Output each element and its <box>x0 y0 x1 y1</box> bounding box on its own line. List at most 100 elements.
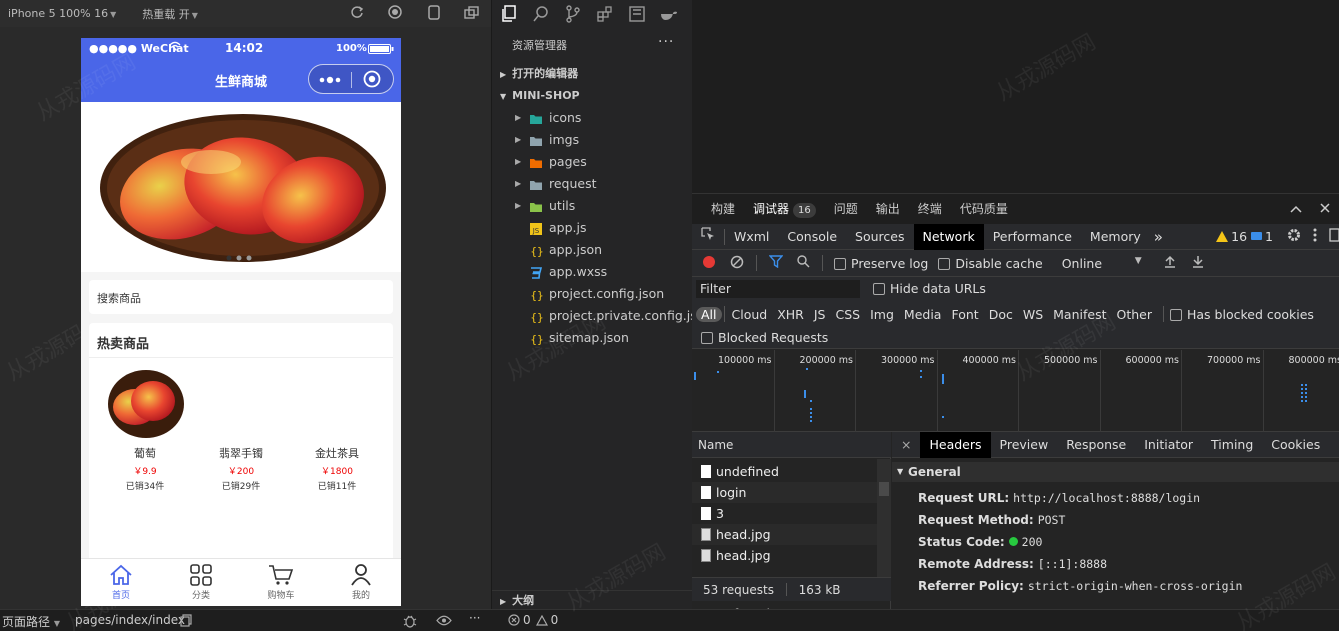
tab-cart[interactable]: 购物车 <box>241 559 321 606</box>
search-network-icon[interactable] <box>797 255 810 271</box>
filter-type-doc[interactable]: Doc <box>984 307 1018 322</box>
upload-icon[interactable] <box>1164 255 1176 271</box>
tab-response[interactable]: Response <box>1057 432 1135 458</box>
filter-type-img[interactable]: Img <box>865 307 899 322</box>
record-icon[interactable] <box>702 255 716 272</box>
filter-type-js[interactable]: JS <box>809 307 831 322</box>
tab-initiator[interactable]: Initiator <box>1135 432 1202 458</box>
phone-icon[interactable] <box>420 4 448 23</box>
stop-icon[interactable] <box>380 5 410 22</box>
tab-headers[interactable]: Headers <box>920 431 991 458</box>
hot-reload-toggle[interactable]: 热重载 开 ▼ <box>134 6 206 22</box>
filter-type-font[interactable]: Font <box>946 307 983 322</box>
filter-type-css[interactable]: CSS <box>831 307 866 322</box>
more-dots-icon[interactable] <box>319 74 343 88</box>
tab-output[interactable]: 输出 <box>867 194 909 224</box>
search-icon[interactable] <box>530 0 552 28</box>
request-row[interactable]: login <box>692 482 877 503</box>
chevron-up-icon[interactable] <box>1281 194 1311 224</box>
explorer-more-button[interactable]: ··· <box>658 34 674 50</box>
extensions-icon[interactable] <box>594 0 616 28</box>
tree-item-css[interactable]: app.wxss <box>492 261 693 283</box>
preserve-log-checkbox[interactable]: Preserve log <box>834 256 928 271</box>
settings-gear-icon[interactable] <box>1287 228 1301 245</box>
kebab-menu-icon[interactable] <box>1313 228 1317 245</box>
tree-item-folder[interactable]: ▶ imgs <box>492 129 693 151</box>
tab-cookies[interactable]: Cookies <box>1262 432 1329 458</box>
warning-count[interactable]: 16 1 <box>1216 229 1273 244</box>
close-panel-icon[interactable] <box>1311 194 1339 224</box>
tab-code-quality[interactable]: 代码质量 <box>951 194 1017 224</box>
has-blocked-cookies-checkbox[interactable]: Has blocked cookies <box>1170 307 1314 322</box>
filter-type-manifest[interactable]: Manifest <box>1048 307 1111 322</box>
tab-performance[interactable]: Performance <box>984 224 1081 250</box>
image-icon[interactable] <box>626 0 648 28</box>
tab-build[interactable]: 构建 <box>702 194 744 224</box>
problems-summary[interactable]: 0 0 <box>508 613 558 627</box>
request-row[interactable]: head.jpg <box>692 524 877 545</box>
throttle-select[interactable]: Online ▼ <box>1062 256 1142 271</box>
tab-timing[interactable]: Timing <box>1202 432 1262 458</box>
request-row[interactable]: head.jpg <box>692 545 877 566</box>
tree-item-folder[interactable]: ▶ icons <box>492 107 693 129</box>
filter-type-all[interactable]: All <box>696 306 722 322</box>
inspect-element-icon[interactable] <box>692 224 724 250</box>
blocked-requests-checkbox[interactable]: Blocked Requests <box>692 327 1339 349</box>
tree-item-folder[interactable]: ▶ request <box>492 173 693 195</box>
request-row[interactable]: 3 <box>692 503 877 524</box>
dock-icon[interactable] <box>1329 228 1339 245</box>
tree-item-json[interactable]: {} sitemap.json <box>492 327 693 349</box>
copy-icon[interactable] <box>180 614 192 630</box>
filter-type-ws[interactable]: WS <box>1018 307 1048 322</box>
banner-swiper[interactable] <box>81 102 401 272</box>
scrollbar-thumb[interactable] <box>879 482 889 496</box>
tab-mine[interactable]: 我的 <box>321 559 401 606</box>
product-card[interactable]: 翡翠手镯 ￥200 已销29件 <box>193 445 289 492</box>
general-section-header[interactable]: ▼ General <box>892 462 1339 482</box>
tab-debugger[interactable]: 调试器 16 <box>744 194 825 224</box>
network-timeline[interactable]: 100000 ms 200000 ms 300000 ms 400000 ms 5000… <box>692 350 1339 432</box>
search-input[interactable]: 搜索商品 <box>89 280 393 314</box>
tab-wxml[interactable]: Wxml <box>725 224 778 250</box>
tab-category[interactable]: 分类 <box>161 559 241 606</box>
close-details-button[interactable]: × <box>892 432 920 458</box>
project-section[interactable]: ▼ MINI-SHOP <box>492 85 693 107</box>
window-icon[interactable] <box>456 5 487 22</box>
tab-sources[interactable]: Sources <box>846 224 913 250</box>
tab-preview[interactable]: Preview <box>991 432 1058 458</box>
device-selector[interactable]: iPhone 5 100% 16 ▼ <box>0 7 124 20</box>
more-options-button[interactable]: ··· <box>469 611 480 625</box>
tree-item-json[interactable]: {} project.config.json <box>492 283 693 305</box>
tab-problems[interactable]: 问题 <box>825 194 867 224</box>
hide-data-urls-checkbox[interactable]: Hide data URLs <box>873 281 986 296</box>
request-row-partial[interactable] <box>692 454 877 459</box>
tree-item-json[interactable]: {} project.private.config.js... <box>492 305 693 327</box>
more-tabs-button[interactable]: » <box>1150 224 1167 250</box>
product-card[interactable]: 金灶茶具 ￥1800 已销11件 <box>289 445 385 492</box>
tab-memory[interactable]: Memory <box>1081 224 1150 250</box>
source-control-icon[interactable] <box>562 0 584 28</box>
download-icon[interactable] <box>1192 255 1204 271</box>
tab-console[interactable]: Console <box>778 224 846 250</box>
tab-home[interactable]: 首页 <box>81 559 161 606</box>
disable-cache-checkbox[interactable]: Disable cache <box>938 256 1043 271</box>
files-icon[interactable] <box>498 0 520 28</box>
filter-type-cloud[interactable]: Cloud <box>727 307 773 322</box>
bug-icon[interactable] <box>403 614 417 631</box>
filter-type-other[interactable]: Other <box>1112 307 1158 322</box>
tab-terminal[interactable]: 终端 <box>909 194 951 224</box>
tree-item-folder[interactable]: ▶ utils <box>492 195 693 217</box>
capsule-button[interactable] <box>308 64 394 94</box>
close-capsule-icon[interactable] <box>363 70 381 91</box>
filter-funnel-icon[interactable] <box>768 255 784 271</box>
product-card[interactable]: 葡萄 ￥9.9 已销34件 <box>97 445 193 492</box>
clear-icon[interactable] <box>730 255 744 272</box>
request-list-scrollbar[interactable] <box>877 459 891 577</box>
refresh-icon[interactable] <box>342 5 372 22</box>
filter-type-media[interactable]: Media <box>899 307 947 322</box>
tree-item-js[interactable]: JS app.js <box>492 217 693 239</box>
filter-input[interactable]: Filter <box>696 280 860 298</box>
request-row[interactable]: undefined <box>692 461 877 482</box>
tree-item-json[interactable]: {} app.json <box>492 239 693 261</box>
product-image[interactable] <box>107 369 185 442</box>
